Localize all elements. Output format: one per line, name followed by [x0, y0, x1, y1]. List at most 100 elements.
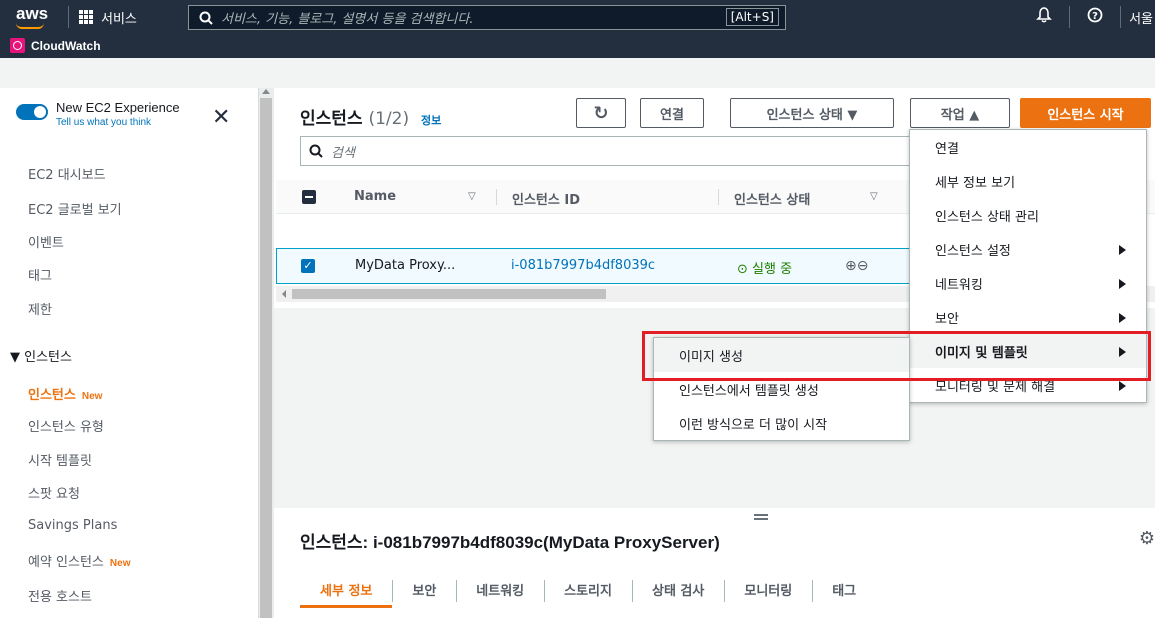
new-experience-row: New EC2 Experience Tell us what you thin… — [16, 100, 180, 128]
instance-id-link[interactable]: i-081b7997b4df8039c — [511, 258, 655, 273]
new-experience-title: New EC2 Experience — [56, 100, 180, 115]
sidebar-item-instances[interactable]: 인스턴스 New — [28, 384, 102, 403]
column-header-name[interactable]: Name — [354, 189, 396, 204]
connect-button[interactable]: 연결 — [640, 98, 704, 128]
gear-icon[interactable]: ⚙ — [1139, 528, 1155, 549]
row-checkbox[interactable]: ✓ — [301, 259, 315, 273]
sidebar-item-instance-types[interactable]: 인스턴스 유형 — [28, 416, 104, 435]
column-header-instance-id[interactable]: 인스턴스 ID — [512, 189, 580, 208]
submenu-arrow-icon — [1119, 245, 1126, 255]
new-experience-text: New EC2 Experience Tell us what you thin… — [56, 100, 180, 128]
region-selector[interactable]: 서울 — [1129, 8, 1155, 27]
help-icon[interactable]: ? — [1078, 7, 1112, 27]
instance-detail-panel: 인스턴스: i-081b7997b4df8039c(MyData ProxySe… — [274, 508, 1155, 618]
zoom-icons[interactable]: ⊕⊖ — [845, 258, 868, 274]
instance-state-cell: ⊙ 실행 중 — [737, 258, 792, 277]
services-menu-button[interactable]: 서비스 — [79, 8, 137, 27]
refresh-icon: ↻ — [593, 102, 609, 124]
search-icon — [199, 11, 213, 25]
drag-handle-icon[interactable] — [754, 514, 768, 520]
grid-icon — [79, 9, 94, 25]
sort-icon[interactable]: ▽ — [870, 191, 878, 202]
sidebar-item-global-view[interactable]: EC2 글로벌 보기 — [28, 199, 122, 218]
nav-divider — [1120, 6, 1122, 28]
menu-item-label: 네트워킹 — [935, 277, 983, 293]
tab-storage[interactable]: 스토리지 — [544, 576, 632, 618]
favorites-bar: CloudWatch — [10, 38, 101, 53]
sidebar-item-label: 예약 인스턴스 — [28, 555, 104, 570]
tab-security[interactable]: 보안 — [392, 576, 456, 618]
close-sidebar-icon[interactable]: ✕ — [212, 105, 230, 130]
new-badge: New — [81, 391, 103, 402]
sidebar-item-label: 인스턴스 — [28, 388, 76, 403]
feedback-link[interactable]: Tell us what you think — [56, 117, 180, 128]
tab-tags[interactable]: 태그 — [812, 576, 876, 618]
sidebar-item-reserved-instances[interactable]: 예약 인스턴스 New — [28, 551, 130, 570]
new-badge: New — [109, 558, 131, 569]
sidebar-item-spot-requests[interactable]: 스팟 요청 — [28, 483, 80, 502]
sidebar-item-dashboard[interactable]: EC2 대시보드 — [28, 164, 106, 183]
highlight-annotation — [642, 331, 1151, 381]
sort-icon[interactable]: ▽ — [468, 191, 476, 202]
menu-item-manage-state[interactable]: 인스턴스 상태 관리 — [910, 198, 1146, 232]
favorite-cloudwatch-link[interactable]: CloudWatch — [31, 39, 101, 53]
bell-icon[interactable] — [1027, 7, 1061, 27]
menu-item-security[interactable]: 보안 — [910, 300, 1146, 334]
select-all-checkbox[interactable] — [302, 190, 316, 204]
menu-item-label: 보안 — [935, 311, 959, 327]
new-experience-toggle[interactable] — [16, 104, 48, 120]
menu-item-instance-settings[interactable]: 인스턴스 설정 — [910, 232, 1146, 266]
column-header-instance-state[interactable]: 인스턴스 상태 — [734, 189, 810, 208]
aws-smile-icon — [16, 23, 44, 29]
svg-text:?: ? — [1092, 11, 1098, 22]
scroll-left-icon[interactable] — [282, 290, 286, 298]
refresh-button[interactable]: ↻ — [576, 98, 626, 128]
global-search-input[interactable]: 서비스, 기능, 블로그, 설명서 등을 검색합니다. [Alt+S] — [188, 5, 786, 30]
aws-logo[interactable]: aws — [10, 3, 58, 31]
submenu-arrow-icon — [1119, 313, 1126, 323]
tab-networking[interactable]: 네트워킹 — [456, 576, 544, 618]
instance-name-cell: MyData Proxy... — [355, 258, 456, 273]
tab-details[interactable]: 세부 정보 — [300, 576, 393, 618]
menu-item-launch-more-like-this[interactable]: 이런 방식으로 더 많이 시작 — [654, 406, 909, 440]
menu-item-connect[interactable]: 연결 — [910, 130, 1146, 164]
top-navigation: aws 서비스 서비스, 기능, 블로그, 설명서 등을 검색합니다. [Alt… — [0, 0, 1155, 58]
top-right-controls: ? 서울 — [1027, 0, 1155, 34]
tab-monitoring[interactable]: 모니터링 — [724, 576, 812, 618]
tab-status-checks[interactable]: 상태 검사 — [631, 576, 724, 618]
scrollbar-thumb[interactable] — [260, 98, 272, 618]
aws-logo-text: aws — [16, 4, 49, 23]
column-divider — [496, 189, 497, 205]
nav-divider — [1069, 6, 1071, 28]
column-divider — [718, 189, 719, 205]
zoom-in-icon[interactable]: ⊕ — [845, 258, 857, 274]
sidebar-item-tags[interactable]: 태그 — [28, 265, 52, 284]
search-placeholder: 서비스, 기능, 블로그, 설명서 등을 검색합니다. — [221, 12, 474, 27]
sidebar-item-launch-templates[interactable]: 시작 템플릿 — [28, 450, 92, 469]
instance-state-button[interactable]: 인스턴스 상태 ▼ — [730, 98, 894, 128]
instance-search-input[interactable]: 검색 — [300, 136, 910, 166]
sidebar-scrollbar[interactable] — [258, 88, 274, 618]
sidebar-item-limits[interactable]: 제한 — [28, 299, 52, 318]
detail-tabs: 세부 정보 보안 네트워킹 스토리지 상태 검사 모니터링 태그 — [300, 576, 876, 618]
sidebar-item-dedicated-hosts[interactable]: 전용 호스트 — [28, 586, 92, 605]
menu-item-view-details[interactable]: 세부 정보 보기 — [910, 164, 1146, 198]
scrollbar-thumb[interactable] — [292, 289, 606, 299]
scroll-up-icon[interactable] — [262, 89, 270, 94]
actions-button[interactable]: 작업 ▲ — [910, 98, 1010, 128]
submenu-arrow-icon — [1119, 381, 1126, 391]
sidebar-item-savings-plans[interactable]: Savings Plans — [28, 518, 117, 533]
info-link[interactable]: 정보 — [421, 114, 441, 127]
zoom-out-icon[interactable]: ⊖ — [857, 258, 869, 274]
menu-item-label: 인스턴스 설정 — [935, 243, 1011, 259]
nav-divider — [68, 6, 69, 28]
search-shortcut: [Alt+S] — [725, 8, 779, 26]
detail-title: 인스턴스: i-081b7997b4df8039c(MyData ProxySe… — [300, 533, 720, 552]
menu-item-networking[interactable]: 네트워킹 — [910, 266, 1146, 300]
sidebar-item-events[interactable]: 이벤트 — [28, 232, 64, 251]
sidebar-section-instances[interactable]: ▼ 인스턴스 — [10, 346, 72, 365]
table-row[interactable]: ✓ MyData Proxy... i-081b7997b4df8039c ⊙ … — [276, 248, 916, 284]
selection-count: (1/2) — [368, 109, 410, 129]
launch-instance-button[interactable]: 인스턴스 시작 — [1020, 98, 1151, 128]
submenu-arrow-icon — [1119, 279, 1126, 289]
